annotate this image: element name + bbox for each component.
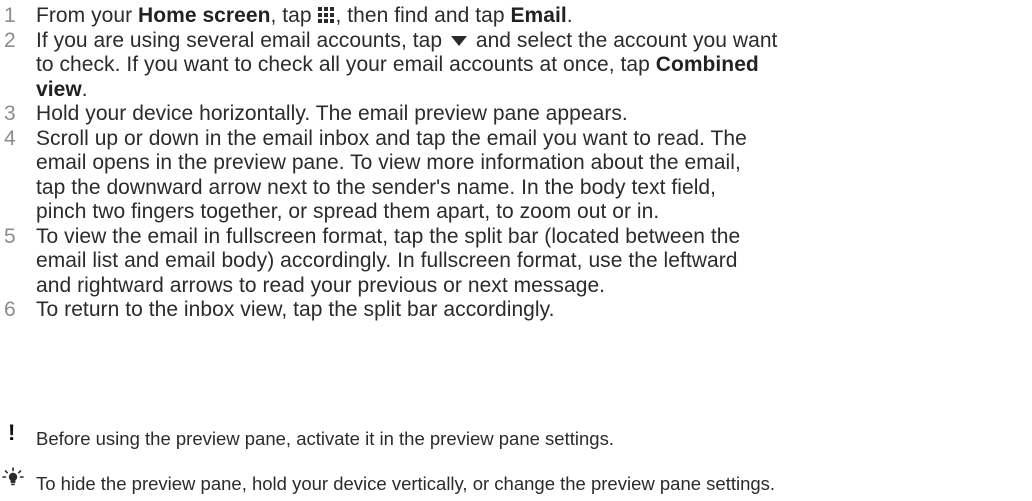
step-line: email opens in the preview pane. To view…: [36, 151, 741, 174]
apps-grid-icon: [318, 7, 335, 23]
step-text: and select the account you want: [469, 28, 778, 52]
step-line: and rightward arrows to read your previo…: [36, 273, 606, 297]
lightbulb-icon: [2, 467, 24, 486]
step-line: pinch two fingers together, or spread th…: [36, 200, 660, 223]
exclamation-icon: !: [8, 420, 16, 445]
step-line: view.: [36, 78, 1032, 103]
step-3: 3 Hold your device horizontally. The ema…: [0, 102, 1032, 127]
step-line: email list and email body) accordingly. …: [36, 249, 738, 272]
step-text: , tap: [270, 4, 318, 27]
dropdown-triangle-icon: [450, 35, 467, 46]
step-text: , then find and tap: [335, 4, 511, 27]
step-text: .: [566, 4, 573, 27]
email-label: Email: [510, 4, 567, 27]
step-1: 1 From your Home screen, tap , then find…: [0, 4, 1032, 29]
step-line: Hold your device horizontally. The email…: [36, 102, 628, 125]
step-line: From your Home screen, tap , then find a…: [36, 4, 1032, 29]
tip-text: To hide the preview pane, hold your devi…: [36, 473, 776, 494]
step-line: tap the downward arrow next to the sende…: [36, 175, 717, 199]
step-number: 6: [4, 298, 16, 321]
step-number: 4: [4, 126, 16, 150]
step-number: 3: [4, 102, 16, 125]
step-6: 6 To return to the inbox view, tap the s…: [0, 298, 1032, 323]
warning-text: Before using the preview pane, activate …: [36, 428, 614, 449]
step-number: 2: [4, 28, 16, 52]
step-number: 5: [4, 224, 16, 248]
instruction-page: 1 From your Home screen, tap , then find…: [0, 0, 1032, 501]
step-line: Scroll up or down in the email inbox and…: [36, 126, 747, 150]
step-4: 4 Scroll up or down in the email inbox a…: [0, 127, 1032, 225]
steps-list: 1 From your Home screen, tap , then find…: [0, 4, 1032, 323]
step-text: From your: [36, 4, 139, 27]
view-label: view: [36, 77, 82, 101]
step-line: If you are using several email accounts,…: [36, 29, 1032, 54]
home-screen-label: Home screen: [138, 4, 271, 27]
step-line: To view the email in fullscreen format, …: [36, 224, 741, 248]
step-line: to check. If you want to check all your …: [36, 53, 1032, 78]
step-number: 1: [4, 4, 16, 27]
step-2: 2 If you are using several email account…: [0, 29, 1032, 103]
step-text: If you are using several email accounts,…: [36, 28, 448, 52]
step-text: .: [81, 77, 88, 101]
combined-label: Combined: [655, 53, 759, 76]
step-text: to check. If you want to check all your …: [36, 53, 656, 76]
step-line: To return to the inbox view, tap the spl…: [36, 298, 555, 321]
step-5: 5 To view the email in fullscreen format…: [0, 225, 1032, 299]
